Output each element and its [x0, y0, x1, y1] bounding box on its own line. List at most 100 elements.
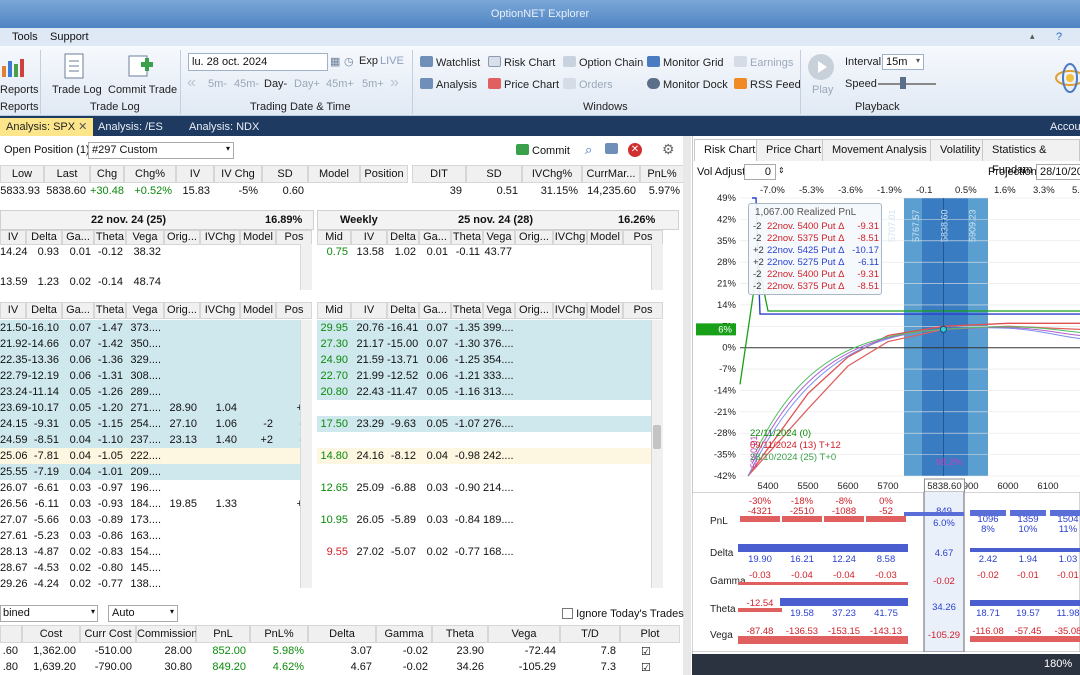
column-header[interactable]: Theta [451, 230, 483, 245]
scrollbar[interactable] [651, 244, 663, 290]
column-header[interactable]: IV [0, 302, 26, 319]
column-header[interactable]: Pos [276, 302, 312, 319]
rss-feed-button[interactable]: RSS Feed [734, 78, 801, 91]
column-header[interactable]: Theta [94, 230, 126, 245]
column-header[interactable]: IV [351, 230, 387, 245]
analysis-button[interactable]: Analysis [420, 78, 477, 91]
orders-button[interactable]: Orders [563, 78, 613, 91]
reports-icon[interactable] [0, 56, 24, 81]
column-header[interactable]: Delta [26, 302, 62, 319]
reports-button[interactable]: Reports [0, 84, 39, 96]
tab-analysis-spx[interactable]: Analysis: SPX ✕ [0, 118, 94, 136]
column-header[interactable]: Model [587, 230, 623, 245]
column-header[interactable]: Orig... [515, 230, 553, 245]
tab-analysis-es[interactable]: Analysis: /ES [92, 118, 169, 136]
column-header[interactable]: Ga... [62, 230, 94, 245]
column-header[interactable]: Model [240, 302, 276, 319]
commit-button[interactable]: Commit [516, 144, 570, 157]
tab-price-chart[interactable]: Price Chart [756, 139, 832, 161]
combined-select[interactable]: bined ▾ [0, 605, 98, 622]
play-icon[interactable] [808, 54, 834, 80]
risk-chart-button[interactable]: Risk Chart [488, 56, 555, 69]
put-row[interactable] [317, 464, 663, 480]
column-header[interactable]: T/D [560, 625, 620, 643]
ignore-todays-trades-checkbox[interactable]: Ignore Today's Trades [562, 608, 684, 620]
menu-support[interactable]: Support [50, 31, 89, 43]
interval-select[interactable]: 15m ▾ [882, 54, 924, 70]
plot-checkbox[interactable]: ☑ [641, 645, 651, 658]
column-header[interactable]: Gamma [376, 625, 432, 643]
column-header[interactable]: IVChg [553, 302, 587, 319]
column-header[interactable]: Orig... [164, 302, 200, 319]
column-header[interactable]: Orig... [164, 230, 200, 245]
column-header[interactable]: Pos [276, 230, 312, 245]
column-header[interactable]: Mid [317, 230, 351, 245]
step-day-forward[interactable]: Day+ [294, 78, 320, 90]
commit-trade-button[interactable]: Commit Trade [108, 84, 177, 96]
speed-slider[interactable] [878, 83, 936, 85]
position-select[interactable]: #297 Custom ▾ [88, 142, 234, 159]
fast-forward-icon[interactable]: » [390, 74, 399, 92]
column-header[interactable]: Delta [387, 230, 419, 245]
scrollbar[interactable] [651, 320, 663, 588]
spinner-icon[interactable]: ⇕ [778, 166, 785, 175]
step-45m-forward[interactable]: 45m+ [326, 78, 354, 90]
step-45m-back[interactable]: 45m- [234, 78, 259, 90]
splitter[interactable] [683, 136, 691, 675]
put-row[interactable] [317, 576, 663, 592]
step-day-back[interactable]: Day- [264, 78, 287, 90]
watchlist-button[interactable]: Watchlist [420, 56, 480, 69]
gear-icon[interactable]: ⚙ [662, 141, 675, 158]
column-header[interactable]: Commission [136, 625, 198, 643]
column-header[interactable]: IV [351, 302, 387, 319]
trading-date-field[interactable]: lu. 28 oct. 2024 [188, 53, 328, 71]
commit-trade-icon[interactable] [128, 53, 154, 82]
column-header[interactable]: Cost [22, 625, 80, 643]
speed-slider-thumb[interactable] [900, 77, 906, 89]
rewind-icon[interactable]: « [187, 74, 196, 92]
scrollbar[interactable] [300, 244, 312, 290]
monitor-grid-button[interactable]: Monitor Grid [647, 56, 724, 69]
collapse-ribbon-icon[interactable]: ▴ [1030, 31, 1035, 42]
put-row[interactable] [317, 560, 663, 576]
column-header[interactable]: Pos [623, 230, 663, 245]
price-chart-button[interactable]: Price Chart [488, 78, 559, 91]
play-button[interactable]: Play [812, 84, 833, 96]
put-row[interactable] [317, 496, 663, 512]
trade-log-button[interactable]: Trade Log [52, 84, 102, 96]
column-header[interactable]: Vega [488, 625, 560, 643]
tab-risk-chart[interactable]: Risk Chart [694, 139, 766, 161]
checkbox-icon[interactable] [562, 608, 573, 619]
column-header[interactable]: Vega [483, 230, 515, 245]
column-header[interactable]: Ga... [419, 230, 451, 245]
column-header[interactable]: PnL [196, 625, 250, 643]
column-header[interactable]: Delta [308, 625, 376, 643]
column-header[interactable]: Model [587, 302, 623, 319]
column-header[interactable]: Vega [126, 230, 164, 245]
column-header[interactable]: Mid [317, 302, 351, 319]
column-header[interactable]: Theta [432, 625, 488, 643]
auto-select[interactable]: Auto ▾ [108, 605, 178, 622]
help-icon[interactable]: ? [1056, 31, 1062, 43]
column-header[interactable]: IV [0, 230, 26, 245]
vol-adjust-input[interactable]: 0 [744, 164, 776, 180]
calendar-icon[interactable]: ▦ [330, 55, 340, 68]
plot-checkbox[interactable]: ☑ [641, 661, 651, 674]
column-header[interactable]: Orig... [515, 302, 553, 319]
earnings-button[interactable]: Earnings [734, 56, 793, 69]
tab-statistics-fundam[interactable]: Statistics & Fundam [982, 139, 1080, 176]
column-header[interactable]: Curr Cost [80, 625, 136, 643]
column-header[interactable]: Theta [94, 302, 126, 319]
live-label[interactable]: LIVE [380, 55, 404, 67]
projection-date-input[interactable]: 28/10/20 [1036, 164, 1080, 180]
column-header[interactable]: IVChg [200, 302, 240, 319]
column-header[interactable]: Vega [483, 302, 515, 319]
trade-log-icon[interactable] [64, 53, 84, 82]
column-header[interactable]: IVChg [553, 230, 587, 245]
scrollbar[interactable] [300, 320, 312, 588]
column-header[interactable]: Ga... [419, 302, 451, 319]
monitor-dock-button[interactable]: Monitor Dock [647, 78, 728, 91]
search-icon[interactable]: ⌕ [585, 142, 592, 158]
put-row[interactable] [317, 528, 663, 544]
settings-grid-icon[interactable] [605, 143, 621, 156]
